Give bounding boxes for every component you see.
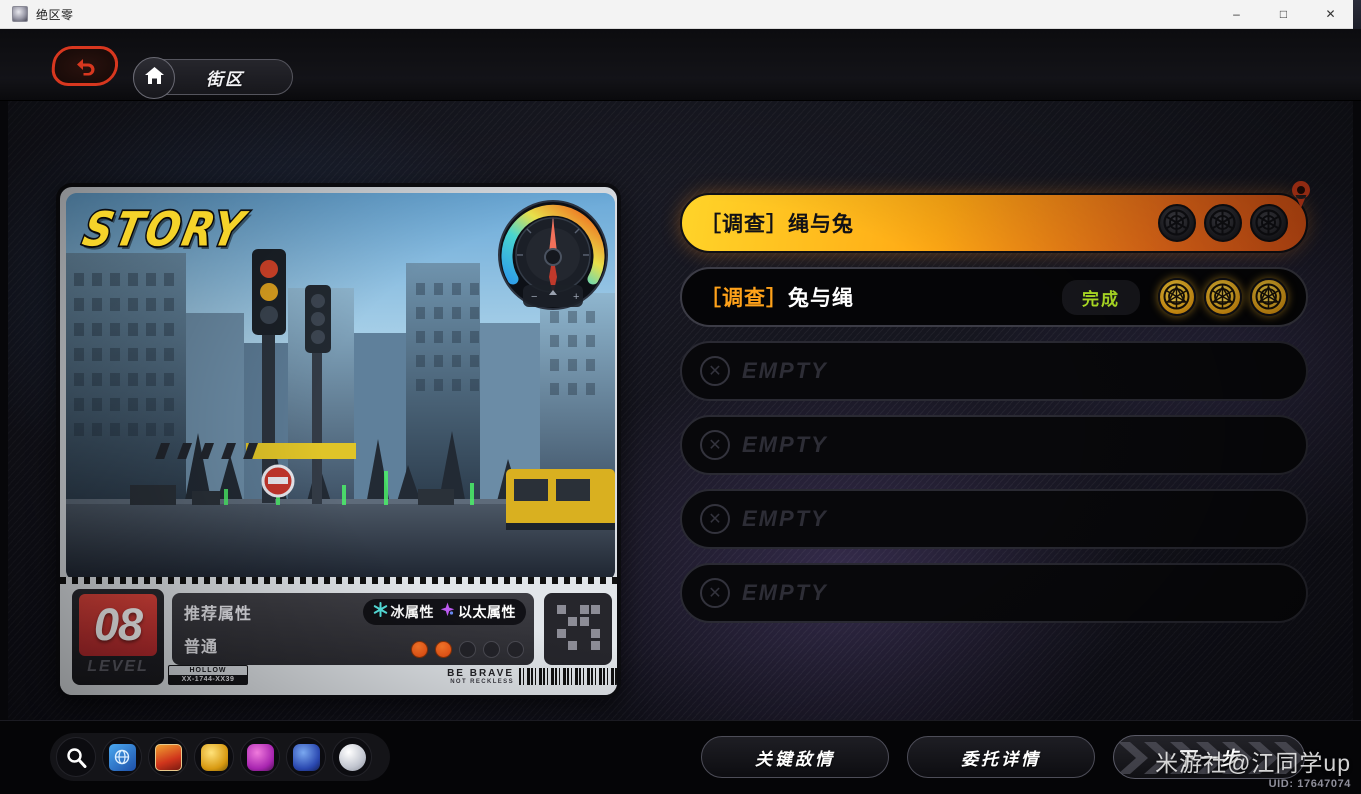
sparkle-icon: [440, 602, 455, 622]
level-number-box: 08: [79, 594, 157, 656]
bottom-bar: 关键敌情 委托详情 下一步 米游社@江同学up UID: 17647074: [0, 720, 1361, 794]
content-area: STORY − + 08 LEVEL 推荐属性 普通 冰属性 以太属性 HOLL…: [8, 101, 1353, 749]
commission-details-button[interactable]: 委托详情: [907, 736, 1095, 778]
perforation-divider: [60, 577, 617, 584]
gold-item-icon[interactable]: [194, 737, 234, 777]
purple-item-icon[interactable]: [240, 737, 280, 777]
window-title: 绝区零: [36, 7, 74, 22]
medal-icon: [1158, 278, 1196, 316]
silver-coin-icon[interactable]: [332, 737, 372, 777]
key-enemy-intel-button[interactable]: 关键敌情: [701, 736, 889, 778]
attribute-tag-ether-label: 以太属性: [458, 604, 516, 620]
location-breadcrumb[interactable]: 街区: [133, 57, 293, 99]
back-button[interactable]: [49, 46, 121, 86]
home-icon: [144, 66, 165, 90]
blue-item-icon[interactable]: [286, 737, 326, 777]
story-logo: STORY: [77, 201, 253, 259]
difficulty-dot: [459, 641, 476, 658]
circle-x-icon: ✕: [700, 356, 730, 386]
quest-list: ［调查］绳与兔 ［调查］兔与绳 完成 ✕ EMPTY ✕ EMPTY ✕ EMP…: [680, 181, 1310, 623]
quest-empty-label: EMPTY: [742, 432, 828, 457]
hollow-code-value: XX-1744-XX39: [169, 675, 247, 684]
hollow-code-title: HOLLOW: [189, 667, 227, 674]
quest-row-empty[interactable]: ✕ EMPTY: [680, 489, 1308, 549]
medal-icon: [1204, 204, 1242, 242]
location-pin-icon: [1290, 181, 1312, 209]
top-navigation-bar: 街区: [0, 29, 1361, 101]
medal-icon: [1204, 278, 1242, 316]
be-brave-block: BE BRAVE NOT RECKLESS: [447, 668, 617, 685]
be-brave-line2: NOT RECKLESS: [450, 679, 514, 685]
mission-card[interactable]: STORY − + 08 LEVEL 推荐属性 普通 冰属性 以太属性 HOLL…: [56, 183, 621, 699]
next-step-button[interactable]: 下一步: [1113, 735, 1305, 779]
app-icon: [12, 6, 28, 22]
attribute-tag-ether: 以太属性: [440, 602, 516, 622]
video-store-icon[interactable]: [148, 737, 188, 777]
circle-x-icon: ✕: [700, 430, 730, 460]
mission-info-strip: 08 LEVEL 推荐属性 普通 冰属性 以太属性 HOLLOW XX-1744…: [60, 577, 617, 695]
action-buttons: 关键敌情 委托详情 下一步: [701, 735, 1305, 779]
inter-knot-icon[interactable]: [102, 737, 142, 777]
maximize-button[interactable]: □: [1260, 0, 1307, 29]
circle-x-icon: ✕: [700, 504, 730, 534]
level-badge: 08 LEVEL: [72, 589, 164, 685]
svg-text:−: −: [531, 291, 537, 303]
difficulty-dots: [411, 641, 524, 658]
compass-gauge-icon: − +: [497, 199, 609, 311]
titlebar-right-edge: [1353, 0, 1361, 29]
difficulty-dot: [411, 641, 428, 658]
quest-row-active[interactable]: ［调查］绳与兔: [680, 181, 1310, 253]
quest-medals: [1158, 204, 1288, 242]
minimize-button[interactable]: –: [1213, 0, 1260, 29]
attribute-tags: 冰属性 以太属性: [362, 599, 526, 625]
quest-row-empty[interactable]: ✕ EMPTY: [680, 415, 1308, 475]
watermark-uid: UID: 17647074: [1268, 778, 1351, 790]
quest-row-completed[interactable]: ［调查］兔与绳 完成: [680, 267, 1308, 327]
be-brave-line1: BE BRAVE: [447, 668, 514, 679]
commission-details-label: 委托详情: [961, 749, 1041, 769]
quick-access-icons: [50, 733, 390, 781]
search-icon[interactable]: [56, 737, 96, 777]
medal-icon: [1250, 278, 1288, 316]
medal-icon: [1250, 204, 1288, 242]
key-enemy-intel-label: 关键敌情: [755, 749, 835, 769]
status-badge: 完成: [1062, 279, 1140, 315]
home-button[interactable]: [133, 57, 175, 99]
quest-empty-label: EMPTY: [742, 506, 828, 531]
be-brave-text: BE BRAVE NOT RECKLESS: [447, 668, 514, 685]
difficulty-dot: [483, 641, 500, 658]
quest-prefix: ［调查］: [700, 287, 788, 310]
window-controls: – □ ✕: [1213, 0, 1361, 29]
back-arrow-icon: [74, 56, 96, 76]
quest-row-empty[interactable]: ✕ EMPTY: [680, 563, 1308, 623]
quest-name: 兔与绳: [788, 287, 854, 310]
quest-empty-label: EMPTY: [742, 580, 828, 605]
game-viewport: 街区 STORY − + 08 LEVEL 推荐属性 普通 冰属性 以太属性 H…: [0, 29, 1361, 794]
quest-right-group: 完成: [1062, 278, 1288, 316]
mission-preview-image: STORY − +: [66, 193, 615, 581]
attribute-tag-ice-label: 冰属性: [390, 604, 434, 620]
snowflake-icon: [373, 602, 388, 622]
quest-title: ［调查］绳与兔: [700, 208, 854, 238]
circle-x-icon: ✕: [700, 578, 730, 608]
next-step-label: 下一步: [1175, 748, 1242, 770]
barcode-icon: [519, 668, 617, 685]
quest-row-empty[interactable]: ✕ EMPTY: [680, 341, 1308, 401]
minimap-icon: [544, 593, 612, 665]
quest-empty-label: EMPTY: [742, 358, 828, 383]
level-word: LEVEL: [87, 658, 149, 675]
window-titlebar: 绝区零 – □ ✕: [0, 0, 1361, 29]
quest-title: ［调查］兔与绳: [700, 282, 854, 312]
svg-text:+: +: [573, 291, 579, 303]
quest-prefix: ［调查］: [700, 213, 788, 236]
difficulty-dot: [507, 641, 524, 658]
level-number: 08: [93, 599, 143, 650]
attribute-tag-ice: 冰属性: [373, 602, 435, 622]
difficulty-dot: [435, 641, 452, 658]
attributes-panel: 推荐属性 普通 冰属性 以太属性: [172, 593, 534, 665]
quest-name: 绳与兔: [788, 213, 854, 236]
close-button[interactable]: ✕: [1307, 0, 1354, 29]
hollow-code-label: HOLLOW XX-1744-XX39: [168, 665, 248, 685]
medal-icon: [1158, 204, 1196, 242]
